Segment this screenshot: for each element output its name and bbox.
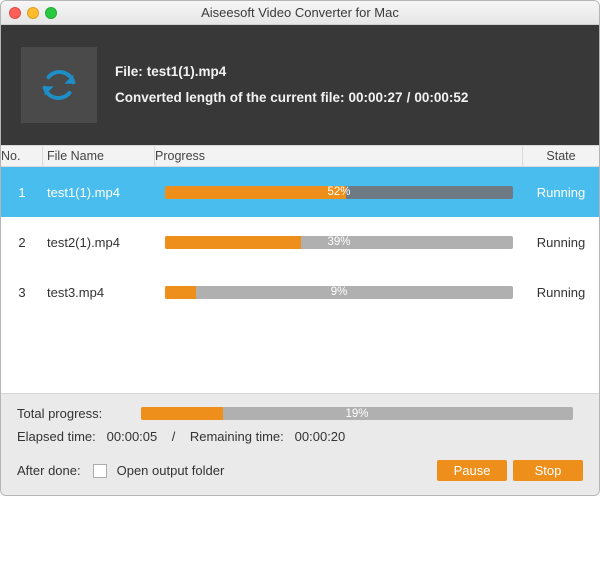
remaining-label: Remaining time:: [190, 429, 284, 444]
table-row[interactable]: 2test2(1).mp4 39% Running: [1, 217, 599, 267]
app-window: Aiseesoft Video Converter for Mac File: …: [0, 0, 600, 496]
close-icon[interactable]: [9, 7, 21, 19]
col-header-state[interactable]: State: [523, 149, 599, 163]
row-no: 3: [1, 285, 43, 300]
row-file-name: test2(1).mp4: [43, 235, 155, 250]
row-progress-cell: 39%: [155, 236, 523, 249]
open-output-folder-label[interactable]: Open output folder: [117, 463, 225, 478]
row-file-name: test1(1).mp4: [43, 185, 155, 200]
row-progress-bar: 9%: [165, 286, 513, 299]
row-state: Running: [523, 185, 599, 200]
footer: Total progress: 19% Elapsed time: 00:00:…: [1, 393, 599, 495]
row-no: 1: [1, 185, 43, 200]
stop-button[interactable]: Stop: [513, 460, 583, 481]
row-progress-percent: 39%: [165, 236, 513, 249]
col-header-prog[interactable]: Progress: [155, 146, 523, 166]
row-progress-bar: 52%: [165, 186, 513, 199]
minimize-icon[interactable]: [27, 7, 39, 19]
table-row[interactable]: 3test3.mp4 9% Running: [1, 267, 599, 317]
total-label: Total progress:: [17, 406, 123, 421]
table-header: No. File Name Progress State: [1, 145, 599, 167]
row-file-name: test3.mp4: [43, 285, 155, 300]
window-title: Aiseesoft Video Converter for Mac: [1, 5, 599, 20]
pause-button[interactable]: Pause: [437, 460, 507, 481]
open-output-folder-checkbox[interactable]: [93, 464, 107, 478]
row-state: Running: [523, 235, 599, 250]
converted-length-label: Converted length of the current file:: [115, 85, 345, 111]
refresh-icon: [38, 64, 80, 106]
elapsed-label: Elapsed time:: [17, 429, 96, 444]
elapsed-value: 00:00:05: [107, 429, 158, 444]
row-progress-bar: 39%: [165, 236, 513, 249]
row-progress-percent: 9%: [165, 286, 513, 299]
file-label: File:: [115, 59, 143, 85]
total-progress-row: Total progress: 19%: [17, 406, 583, 421]
col-header-name[interactable]: File Name: [43, 146, 155, 166]
row-progress-percent: 52%: [165, 186, 513, 199]
after-done-label: After done:: [17, 463, 81, 478]
current-file-header: File: test1(1).mp4 Converted length of t…: [1, 25, 599, 145]
total-progress-bar: 19%: [141, 407, 573, 420]
table-row[interactable]: 1test1(1).mp4 52% Running: [1, 167, 599, 217]
converted-length-sep: /: [407, 85, 411, 111]
converted-length-current: 00:00:27: [349, 85, 403, 111]
converted-length-total: 00:00:52: [414, 85, 468, 111]
current-file-thumbnail: [21, 47, 97, 123]
row-no: 2: [1, 235, 43, 250]
col-header-no[interactable]: No.: [1, 146, 43, 166]
file-name: test1(1).mp4: [147, 59, 227, 85]
traffic-lights: [9, 7, 57, 19]
remaining-value: 00:00:20: [295, 429, 346, 444]
row-progress-cell: 52%: [155, 186, 523, 199]
maximize-icon[interactable]: [45, 7, 57, 19]
row-progress-cell: 9%: [155, 286, 523, 299]
titlebar[interactable]: Aiseesoft Video Converter for Mac: [1, 1, 599, 25]
row-state: Running: [523, 285, 599, 300]
current-file-info: File: test1(1).mp4 Converted length of t…: [115, 59, 468, 110]
timing-sep: /: [172, 429, 176, 444]
table-body: 1test1(1).mp452%Running2test2(1).mp439%R…: [1, 167, 599, 393]
controls-row: After done: Open output folder Pause Sto…: [17, 460, 583, 481]
total-progress-percent: 19%: [141, 407, 573, 420]
timing-row: Elapsed time: 00:00:05 / Remaining time:…: [17, 429, 583, 444]
